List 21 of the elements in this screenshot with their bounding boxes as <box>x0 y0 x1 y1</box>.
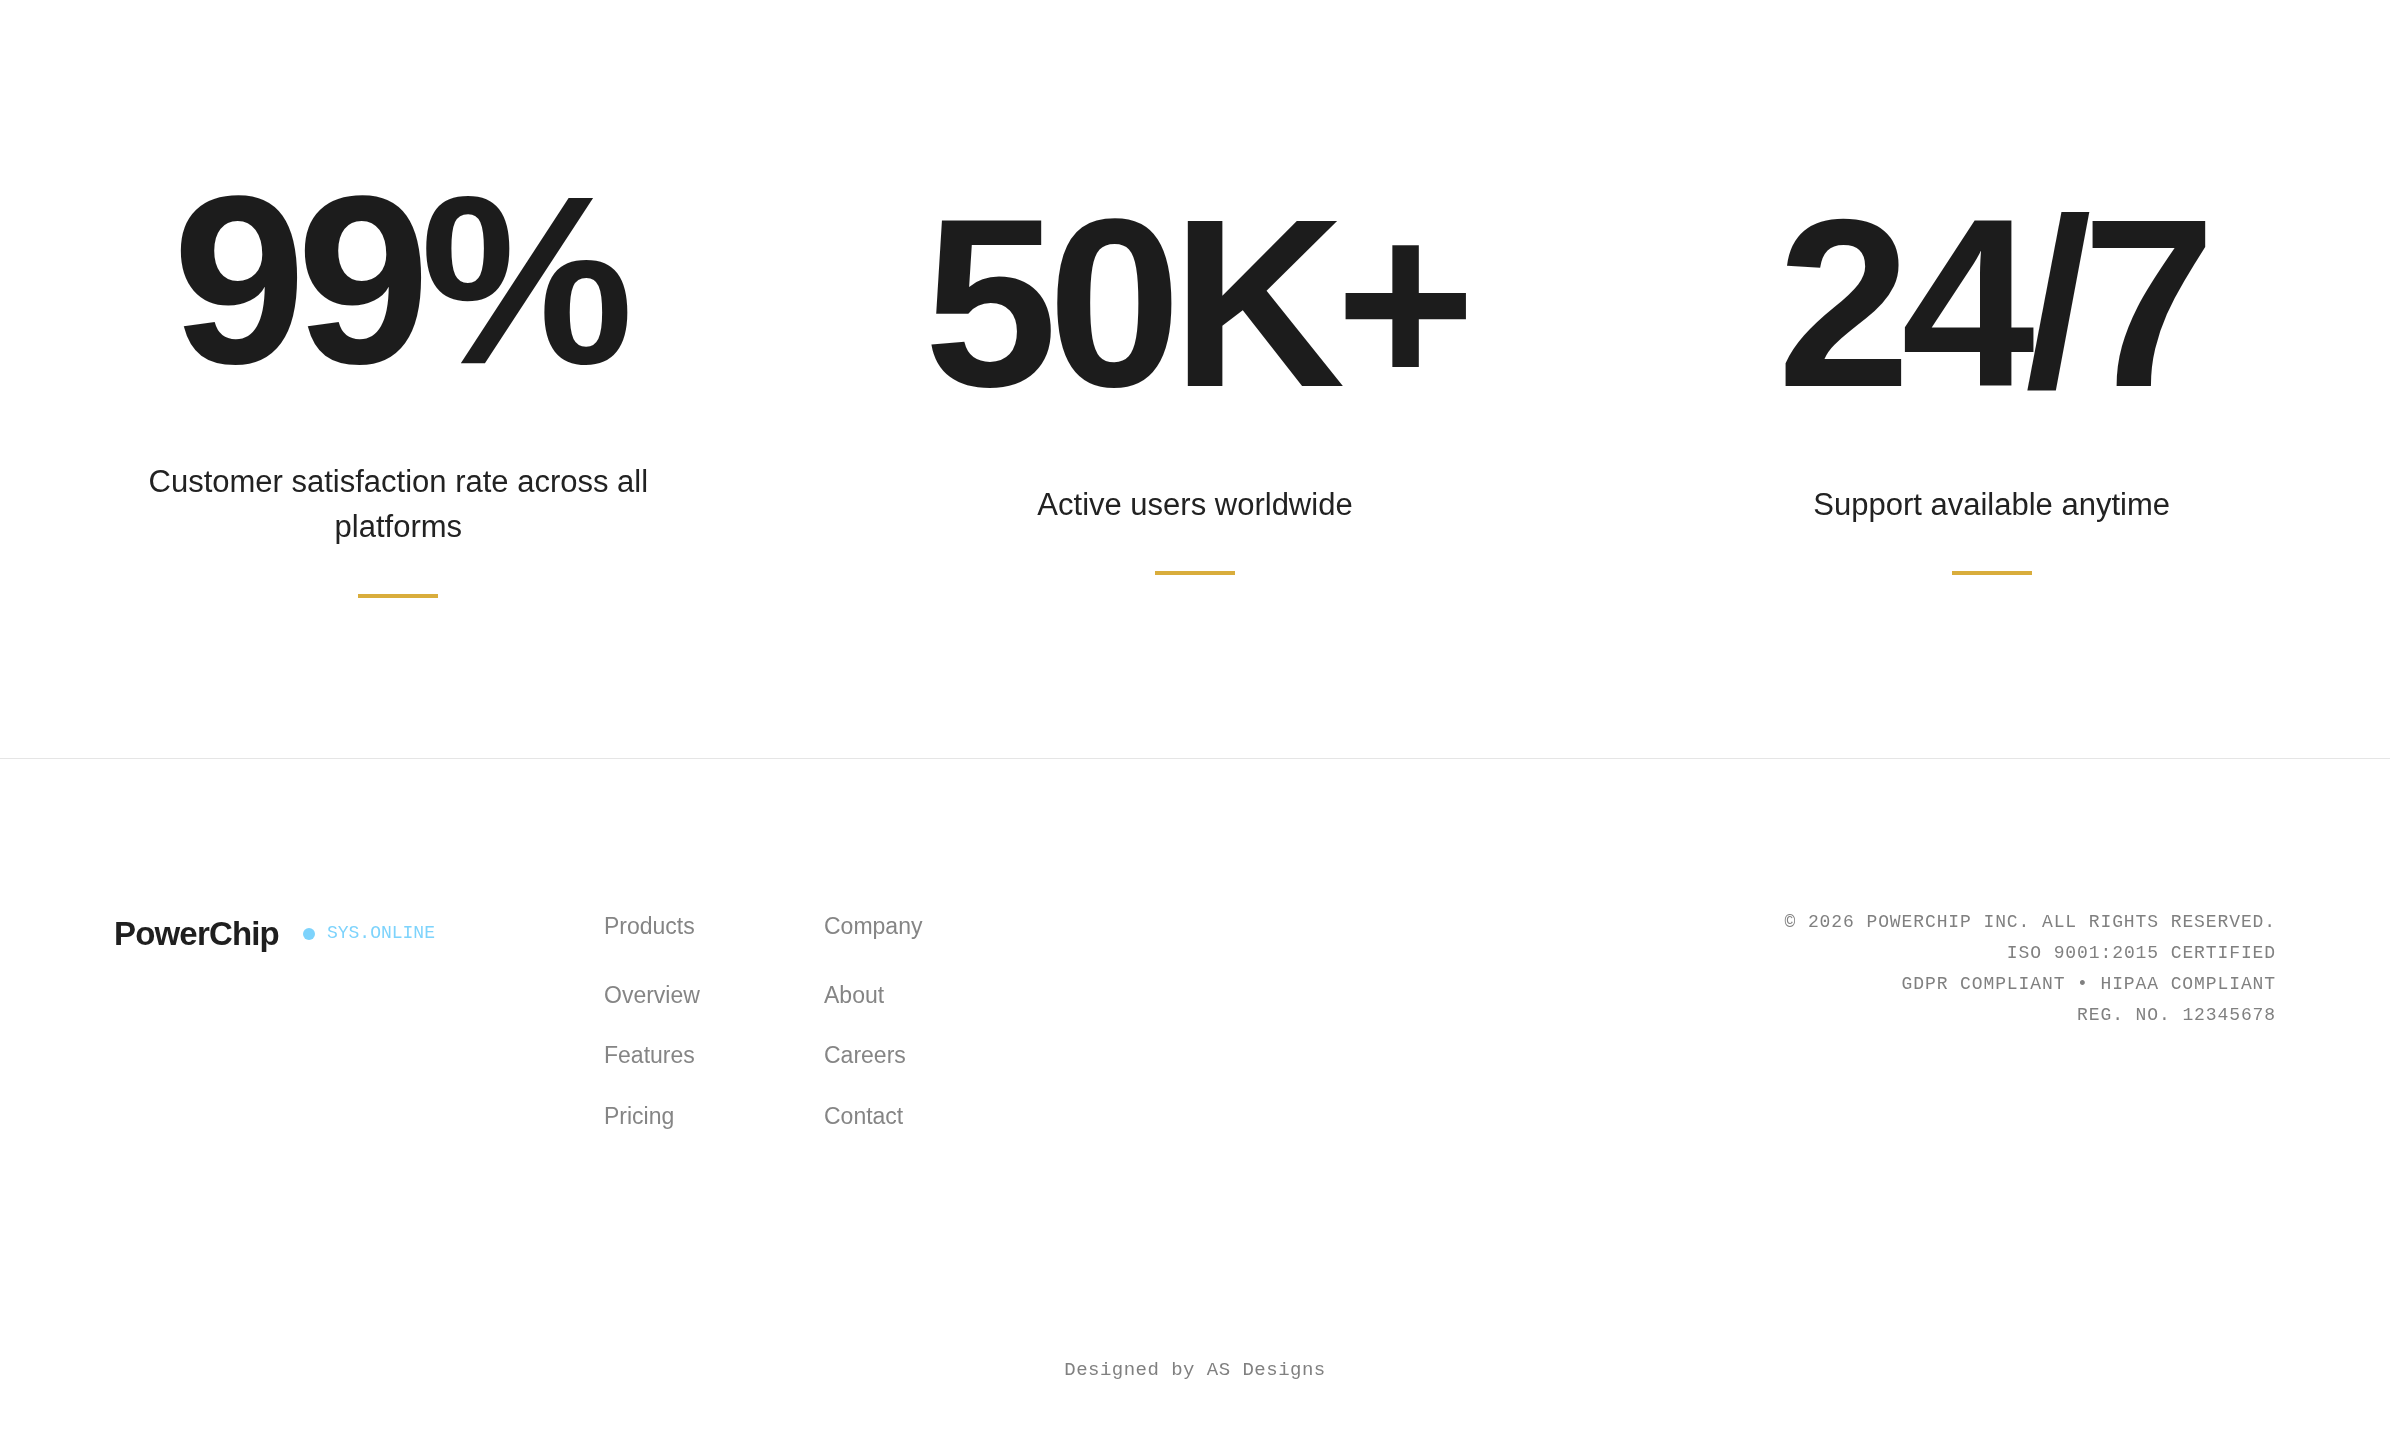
column-heading: Products <box>604 912 696 941</box>
stat-value: 24/7 <box>1776 182 2207 423</box>
legal-text: REG. NO. 12345678 <box>2077 1004 2276 1027</box>
legal-text: © 2026 POWERCHIP INC. ALL RIGHTS RESERVED. <box>1784 911 2276 934</box>
footer-link[interactable]: Careers <box>824 1038 906 1073</box>
stat-caption: Support available anytime <box>1813 485 2170 524</box>
legal-text: GDPR COMPLIANT • HIPAA COMPLIANT <box>1901 973 2276 996</box>
footer-link[interactable]: Overview <box>604 977 700 1012</box>
footer-link[interactable]: Features <box>604 1038 695 1073</box>
legal-text: ISO 9001:2015 CERTIFIED <box>2006 942 2276 965</box>
brand-logo: PowerChip <box>114 914 279 954</box>
credit-text: Designed by AS Designs <box>1064 1357 1326 1383</box>
stat-value: 99% <box>171 160 626 401</box>
status-label: SYS.ONLINE <box>326 922 435 946</box>
footer-link[interactable]: Contact <box>824 1098 904 1133</box>
footer-link[interactable]: About <box>824 977 885 1012</box>
column-heading: Company <box>824 912 924 941</box>
stat-caption: Active users worldwide <box>1037 485 1353 524</box>
footer-link[interactable]: Pricing <box>604 1098 675 1133</box>
stat-value: 50K+ <box>922 182 1467 423</box>
stat-caption: Customer satisfaction rate across all platforms <box>147 463 650 546</box>
